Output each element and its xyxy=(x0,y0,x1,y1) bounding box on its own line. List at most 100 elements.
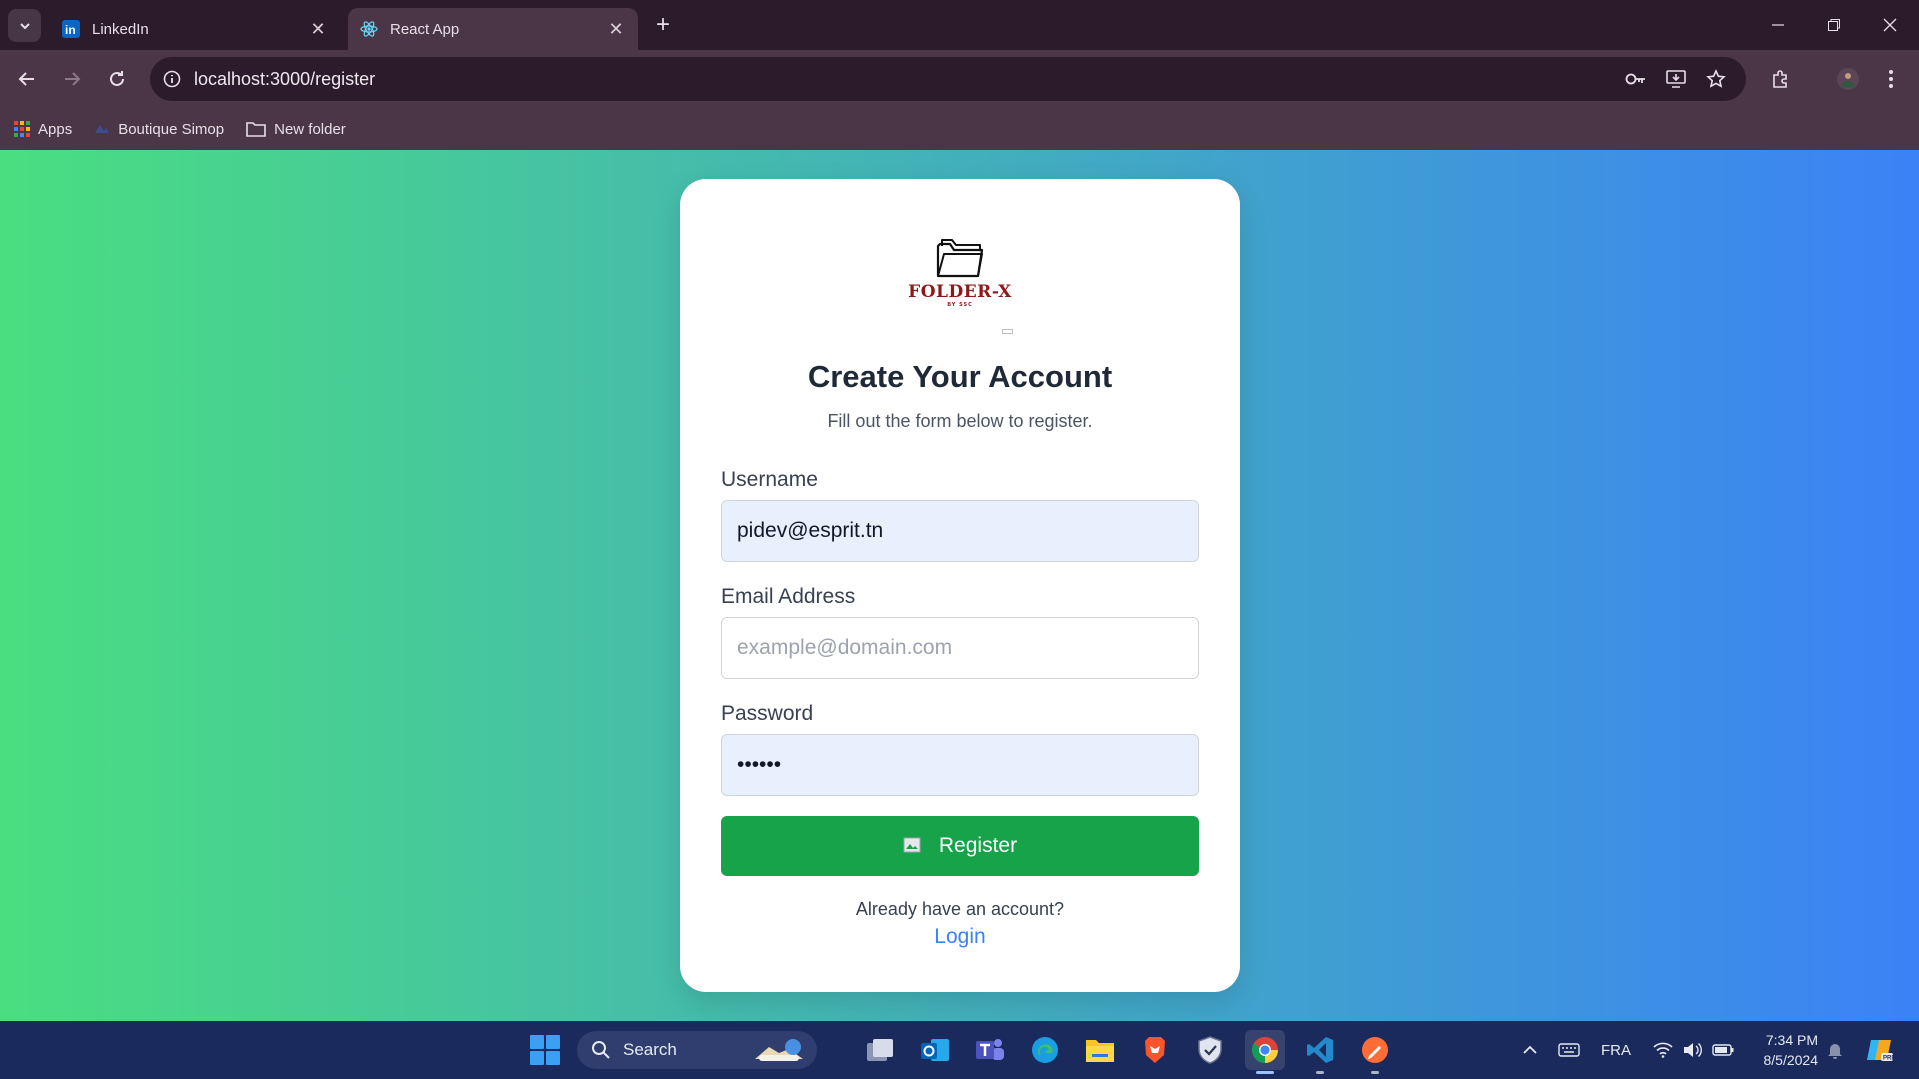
extensions-button[interactable] xyxy=(1763,61,1799,97)
email-input[interactable] xyxy=(721,617,1199,679)
login-link[interactable]: Login xyxy=(680,925,1240,949)
install-app-icon[interactable] xyxy=(1656,57,1696,101)
new-tab-button[interactable]: + xyxy=(650,11,676,38)
show-hidden-icons-button[interactable] xyxy=(1517,1021,1543,1079)
bookmark-boutique-simop[interactable]: Boutique Simop xyxy=(94,121,224,138)
taskbar-search-box[interactable]: Search xyxy=(577,1031,817,1069)
windows-logo-icon xyxy=(530,1035,560,1065)
bookmarks-bar: Apps Boutique Simop New folder xyxy=(0,108,1919,150)
username-input[interactable] xyxy=(721,500,1199,562)
minimize-icon xyxy=(1772,24,1784,26)
svg-text:PRE: PRE xyxy=(1883,1056,1895,1062)
arrow-right-icon xyxy=(65,72,81,86)
minimize-button[interactable] xyxy=(1750,0,1806,50)
volume-icon[interactable] xyxy=(1680,1021,1706,1079)
running-indicator xyxy=(1371,1071,1379,1074)
tab-title: React App xyxy=(390,20,460,38)
broken-image-icon xyxy=(1002,329,1013,334)
search-icon xyxy=(591,1040,611,1060)
email-label: Email Address xyxy=(721,585,856,608)
reload-button[interactable] xyxy=(99,61,135,97)
bookmark-new-folder[interactable]: New folder xyxy=(246,121,346,138)
wifi-icon[interactable] xyxy=(1650,1021,1676,1079)
register-label: Register xyxy=(938,834,1018,857)
battery-icon[interactable] xyxy=(1710,1021,1736,1079)
profile-button[interactable] xyxy=(1830,61,1866,97)
clock-time: 7:34 PM xyxy=(1765,1032,1818,1048)
page-subtitle: Fill out the form below to register. xyxy=(827,411,1093,431)
copilot-icon[interactable]: PRE xyxy=(1860,1021,1900,1079)
back-button[interactable] xyxy=(9,61,45,97)
start-button[interactable] xyxy=(525,1030,565,1070)
register-card: FOLDER-X BY SSC Create Your Account Fill… xyxy=(680,179,1240,992)
teams-icon[interactable] xyxy=(970,1030,1010,1070)
postman-icon[interactable] xyxy=(1355,1030,1395,1074)
password-key-icon[interactable] xyxy=(1616,57,1656,101)
close-icon xyxy=(1883,18,1897,32)
edge-icon[interactable] xyxy=(1025,1030,1065,1070)
arrow-left-icon xyxy=(18,72,34,86)
tab-title: LinkedIn xyxy=(92,20,149,38)
logo-subtext: BY SSC xyxy=(947,302,973,308)
notification-bell-icon[interactable] xyxy=(1822,1021,1848,1079)
clock-date: 8/5/2024 xyxy=(1763,1052,1819,1068)
password-label: Password xyxy=(721,702,814,725)
svg-text:in: in xyxy=(65,23,76,37)
folder-x-logo: FOLDER-X BY SSC xyxy=(895,234,1025,334)
register-button[interactable]: Register xyxy=(721,816,1199,876)
tab-linkedin[interactable]: in LinkedIn ✕ xyxy=(50,8,340,50)
bookmark-label: Apps xyxy=(38,120,73,138)
search-label: Search xyxy=(623,1040,677,1059)
close-icon[interactable]: ✕ xyxy=(606,19,626,39)
restore-button[interactable] xyxy=(1806,0,1862,50)
username-label: Username xyxy=(721,468,818,491)
puzzle-icon xyxy=(1773,70,1787,88)
brave-icon[interactable] xyxy=(1135,1030,1175,1070)
bookmark-label: Boutique Simop xyxy=(118,120,225,138)
boutique-favicon-icon xyxy=(94,123,110,135)
browser-toolbar: localhost:3000/register xyxy=(0,50,1919,108)
address-bar[interactable]: localhost:3000/register xyxy=(150,57,1746,101)
browser-tab-bar: in LinkedIn ✕ React App ✕ + xyxy=(0,0,1919,50)
bookmark-label: New folder xyxy=(274,120,346,138)
more-vertical-icon xyxy=(1889,70,1893,88)
running-indicator xyxy=(1316,1071,1324,1074)
bookmark-star-icon[interactable] xyxy=(1696,57,1736,101)
folder-logo-icon xyxy=(936,239,984,278)
tab-search-button[interactable] xyxy=(8,9,41,42)
task-view-icon[interactable] xyxy=(860,1030,900,1070)
avatar xyxy=(1837,68,1859,90)
system-clock[interactable]: 7:34 PM 8/5/2024 xyxy=(1748,1030,1819,1070)
restore-icon xyxy=(1828,19,1840,31)
shield-icon[interactable] xyxy=(1190,1030,1230,1070)
page-title: Create Your Account xyxy=(807,359,1113,394)
tab-react-app[interactable]: React App ✕ xyxy=(348,8,638,50)
broken-image-icon xyxy=(903,837,923,855)
vscode-icon[interactable] xyxy=(1300,1030,1340,1074)
close-icon[interactable]: ✕ xyxy=(308,19,328,39)
chrome-icon[interactable] xyxy=(1245,1030,1285,1074)
chevron-down-icon xyxy=(19,22,30,29)
close-window-button[interactable] xyxy=(1862,0,1918,50)
already-account-text: Already have an account? xyxy=(855,899,1065,919)
keyboard-icon[interactable] xyxy=(1554,1021,1584,1079)
browser-menu-button[interactable] xyxy=(1873,61,1909,97)
url-text: localhost:3000/register xyxy=(194,68,376,89)
reload-icon xyxy=(110,71,124,86)
bookmark-apps[interactable]: Apps xyxy=(14,121,72,138)
logo-text: FOLDER-X xyxy=(908,282,1012,302)
linkedin-icon: in xyxy=(62,20,80,38)
outlook-icon[interactable] xyxy=(915,1030,955,1070)
language-indicator[interactable]: FRA xyxy=(1596,1021,1636,1079)
apps-grid-icon xyxy=(14,121,30,137)
active-indicator xyxy=(1256,1071,1274,1074)
react-icon xyxy=(360,20,378,38)
forward-button[interactable] xyxy=(54,61,90,97)
site-info-icon[interactable] xyxy=(150,57,194,101)
windows-taskbar: Search FRA 7:34 PM 8/5/2024 PRE xyxy=(0,1021,1919,1079)
password-input[interactable] xyxy=(721,734,1199,796)
chevron-up-icon xyxy=(1523,1045,1537,1054)
file-explorer-icon[interactable] xyxy=(1080,1030,1120,1070)
search-highlight-icon xyxy=(751,1035,807,1070)
page-background: FOLDER-X BY SSC Create Your Account Fill… xyxy=(0,150,1919,1021)
